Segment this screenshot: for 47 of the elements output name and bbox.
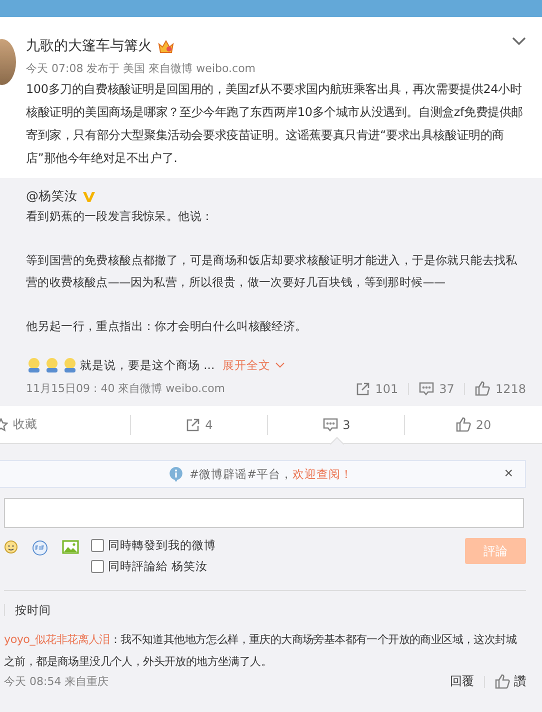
verified-icon	[82, 190, 96, 202]
repost-meta: 11月15日09 : 40 來自微博 weibo.com	[26, 381, 226, 396]
repost-paragraph: 他另起一行，重点指出：你才会明白什么叫核酸经济。	[26, 318, 308, 335]
author-name[interactable]: 九歌的大篷车与篝火	[26, 37, 152, 55]
thumbs-up-icon	[456, 417, 471, 432]
checkbox-option[interactable]: 同時轉發到我的微博	[91, 538, 465, 553]
gif-icon	[32, 540, 48, 556]
checkbox-option[interactable]: 同時評論給 杨笑汝	[91, 559, 465, 574]
action-tab[interactable]: 收藏	[0, 406, 131, 443]
emoji-icon	[44, 357, 60, 373]
comment-icon	[419, 382, 434, 396]
comment-user[interactable]: yoyo_似花非花离人泪	[4, 633, 110, 646]
close-button[interactable]: ×	[500, 465, 517, 482]
crown-icon	[158, 40, 174, 52]
notice-link[interactable]: 欢迎查阅！	[292, 466, 353, 480]
repost-paragraph: 看到奶蕉的一段发言我惊呆。他说：	[26, 208, 214, 225]
info-icon	[169, 466, 184, 482]
post-meta: 今天 07:08 发布于 美国 來自微博 weibo.com	[26, 61, 257, 76]
comment-icon	[322, 418, 338, 432]
stat-count[interactable]: 101	[356, 382, 398, 396]
emoji-icon	[26, 357, 42, 373]
comment-meta: 今天 08:54 来自重庆	[4, 674, 109, 689]
sort-option[interactable]: 按时间	[15, 602, 51, 618]
thumbs-up-icon	[495, 674, 510, 689]
notice-text: #微博辟谣#平台，欢迎查阅！	[189, 466, 353, 482]
action-tab[interactable]: 3	[268, 406, 405, 443]
expand-link[interactable]: 展开全文	[222, 358, 285, 372]
thumbs-up-icon	[475, 381, 490, 396]
smiley-icon	[4, 540, 18, 554]
repost-excerpt: 就是说，要是这个商场 ...	[80, 358, 215, 372]
emoji-icon	[62, 357, 78, 373]
share-icon	[356, 382, 370, 396]
chevron-down-icon	[274, 362, 285, 368]
comment-input[interactable]	[4, 498, 524, 528]
action-tab[interactable]: 20	[405, 406, 542, 443]
action-tab[interactable]: 4	[131, 406, 268, 443]
post-text: 100多刀的自费核酸证明是回国用的，美国zf从不要求国内航班乘客出具，再次需要提供24小时核酸证明的美国商场是哪家？至少今年跑了东西两岸10多个城市从没遇到。自测盒zf免费提供邮寄到家，只有部分大型聚集活动会要求疫苗证明。这谣蕉要真只肯进“要求出具核酸证明的商店”那他今年绝对足不出户了.	[26, 81, 524, 167]
reply-link[interactable]: 回覆	[450, 673, 474, 690]
comment-text: yoyo_似花非花离人泪：我不知道其他地方怎么样，重庆的大商场旁基本都有一个开放的商业区域，这次封城之前，都是商场里没几个人，外头开放的地方坐满了人。	[4, 632, 518, 670]
share-icon	[186, 418, 200, 432]
stat-count[interactable]: 1218	[475, 381, 526, 396]
like-link[interactable]: 讚	[495, 673, 526, 690]
chevron-down-icon[interactable]	[512, 37, 526, 46]
repost-author[interactable]: @杨笑汝	[26, 188, 78, 205]
image-icon	[62, 540, 79, 554]
repost-paragraph: 等到国营的免费核酸点都撤了，可是商场和饭店却要求核酸证明才能进入，于是你就只能去找私营的收费核酸点——因为私营，所以很贵，做一次要好几百块钱，等到那时候——	[26, 252, 518, 291]
stat-count[interactable]: 37	[419, 382, 454, 396]
